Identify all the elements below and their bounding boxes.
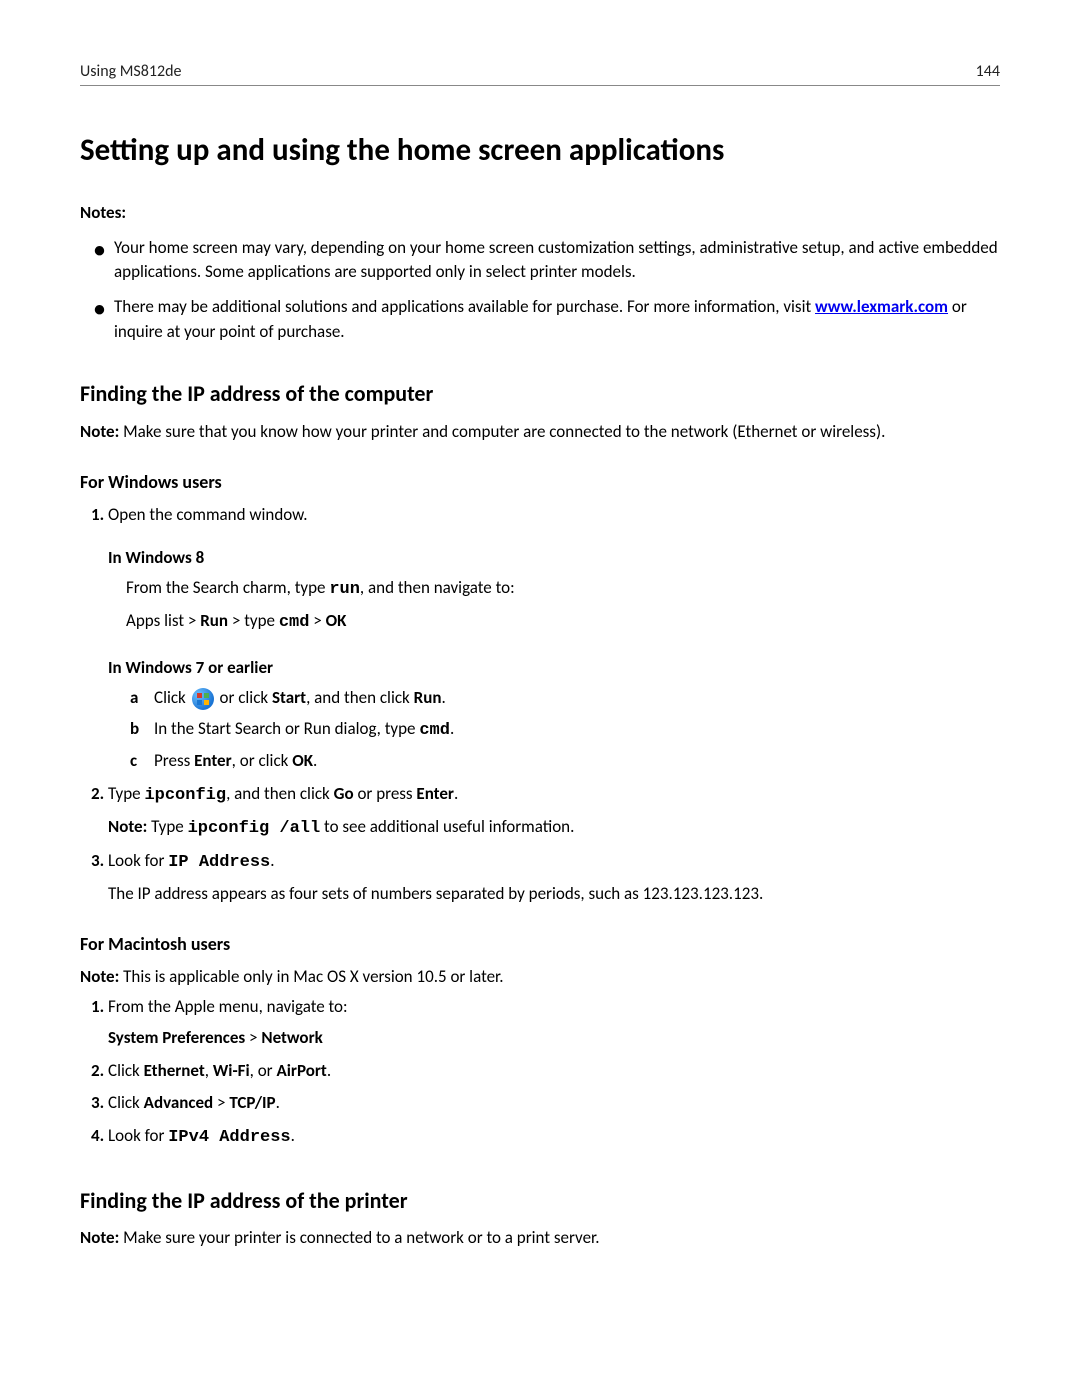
list-item: Open the command window. In Windows 8 Fr… xyxy=(108,503,1000,774)
subheading-windows: For Windows users xyxy=(80,469,1000,495)
subheading-win8: In Windows 8 xyxy=(108,546,1000,571)
note-item: There may be additional solutions and ap… xyxy=(114,295,1000,344)
win7-substeps: a Click or click Start, and then click R… xyxy=(130,686,1000,774)
step3-desc: The IP address appears as four sets of n… xyxy=(108,882,1000,907)
win8-line: Apps list > Run > type cmd > OK xyxy=(126,609,1000,636)
section-heading-find-ip-printer: Finding the IP address of the printer xyxy=(80,1185,1000,1217)
note-paragraph: Note: Make sure that you know how your p… xyxy=(80,420,1000,445)
list-item: Type ipconfig, and then click Go or pres… xyxy=(108,782,1000,841)
mac-steps: From the Apple menu, navigate to: System… xyxy=(80,995,1000,1150)
page-header: Using MS812de 144 xyxy=(80,60,1000,86)
lexmark-link[interactable]: www.lexmark.com xyxy=(815,296,948,317)
list-item: a Click or click Start, and then click R… xyxy=(130,686,1000,711)
list-item: Click Ethernet, Wi-Fi, or AirPort. xyxy=(108,1059,1000,1084)
step2-note: Note: Type ipconfig /all to see addition… xyxy=(108,815,1000,842)
list-item: b In the Start Search or Run dialog, typ… xyxy=(130,717,1000,744)
page-title: Setting up and using the home screen app… xyxy=(80,128,1000,173)
header-page-number: 144 xyxy=(976,60,1000,83)
subheading-mac: For Macintosh users xyxy=(80,931,1000,957)
notes-label: Notes: xyxy=(80,201,1000,226)
list-item: From the Apple menu, navigate to: System… xyxy=(108,995,1000,1050)
printer-note: Note: Make sure your printer is connecte… xyxy=(80,1226,1000,1251)
note-item: Your home screen may vary, depending on … xyxy=(114,236,1000,285)
list-item: Look for IPv4 Address. xyxy=(108,1124,1000,1151)
section-heading-find-ip-computer: Finding the IP address of the computer xyxy=(80,378,1000,410)
subheading-win7: In Windows 7 or earlier xyxy=(108,656,1000,681)
notes-list: Your home screen may vary, depending on … xyxy=(80,236,1000,345)
mac-note: Note: This is applicable only in Mac OS … xyxy=(80,965,1000,990)
windows-steps: Open the command window. In Windows 8 Fr… xyxy=(80,503,1000,907)
mac-nav: System Preferences > Network xyxy=(108,1026,1000,1051)
list-item: c Press Enter, or click OK. xyxy=(130,749,1000,774)
windows-start-icon xyxy=(192,688,214,710)
list-item: Click Advanced > TCP/IP. xyxy=(108,1091,1000,1116)
list-item: Look for IP Address. The IP address appe… xyxy=(108,849,1000,906)
header-left: Using MS812de xyxy=(80,60,181,83)
win8-line: From the Search charm, type run, and the… xyxy=(126,576,1000,603)
